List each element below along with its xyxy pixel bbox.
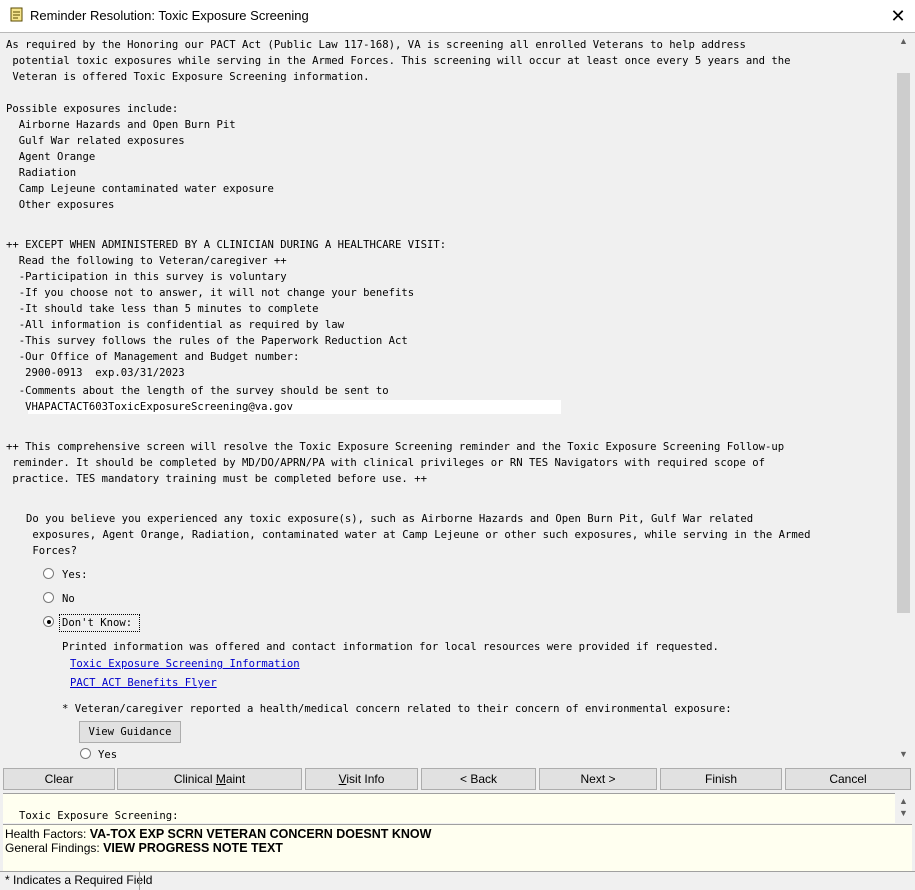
scroll-down-icon[interactable]: ▼ xyxy=(895,805,912,822)
status-bar: * Indicates a Required Field xyxy=(0,871,915,890)
clinician-notice-line: 2900-0913 exp.03/31/2023 xyxy=(6,367,185,379)
clinician-notice-line: -It should take less than 5 minutes to c… xyxy=(6,303,319,315)
notepad-reminder-icon xyxy=(10,7,23,22)
option-no-label[interactable]: No xyxy=(62,591,75,607)
scroll-up-icon[interactable]: ▲ xyxy=(895,33,912,50)
question-line: Forces? xyxy=(26,545,78,557)
exposure-item: Gulf War related exposures xyxy=(6,135,185,147)
resolve-notice-line: reminder. It should be completed by MD/D… xyxy=(6,457,765,469)
wizard-button-row: Clear Clinical Maint Visit Info < Back N… xyxy=(3,768,912,790)
exposure-item: Camp Lejeune contaminated water exposure xyxy=(6,183,274,195)
intro-line: Veteran is offered Toxic Exposure Screen… xyxy=(6,71,370,83)
concern-yes-label[interactable]: Yes xyxy=(98,747,117,763)
scrollbar-thumb[interactable] xyxy=(897,73,910,613)
question-line: Do you believe you experienced any toxic… xyxy=(26,513,754,525)
preview-text: Toxic Exposure Screening: xyxy=(19,810,179,822)
option-dont-know-radio[interactable] xyxy=(43,616,54,627)
health-factors-row: Health Factors: VA-TOX EXP SCRN VETERAN … xyxy=(5,827,431,841)
preview-scrollbar[interactable]: ▲ ▼ xyxy=(895,793,912,822)
clinical-maint-accel: M xyxy=(215,772,226,786)
option-yes-radio[interactable] xyxy=(43,568,54,579)
exposure-item: Radiation xyxy=(6,167,77,179)
clinician-notice-line: -Comments about the length of the survey… xyxy=(6,385,389,397)
content-scrollbar[interactable]: ▲ ▼ xyxy=(895,33,912,763)
radio-selected-dot xyxy=(46,619,51,624)
clinician-notice-line: Read the following to Veteran/caregiver … xyxy=(6,255,287,267)
clinician-notice-line: -Our Office of Management and Budget num… xyxy=(6,351,300,363)
back-button[interactable]: < Back xyxy=(421,768,536,790)
clear-button[interactable]: Clear xyxy=(3,768,115,790)
required-field-note: * Indicates a Required Field xyxy=(5,873,153,887)
general-findings-row: General Findings: VIEW PROGRESS NOTE TEX… xyxy=(5,841,283,855)
view-guidance-button[interactable]: View Guidance xyxy=(79,721,181,743)
exposures-heading: Possible exposures include: xyxy=(6,103,179,115)
next-button[interactable]: Next > xyxy=(539,768,657,790)
clinician-notice-line: -All information is confidential as requ… xyxy=(6,319,345,331)
exposure-item: Airborne Hazards and Open Burn Pit xyxy=(6,119,236,131)
exposure-item: Other exposures xyxy=(6,199,115,211)
clinician-notice-line: -This survey follows the rules of the Pa… xyxy=(6,335,408,347)
scroll-down-icon[interactable]: ▼ xyxy=(895,746,912,763)
intro-line: potential toxic exposures while serving … xyxy=(6,55,791,67)
pact-act-flyer-link[interactable]: PACT ACT Benefits Flyer xyxy=(70,675,217,691)
clinician-notice-line: -If you choose not to answer, it will no… xyxy=(6,287,415,299)
finish-button[interactable]: Finish xyxy=(660,768,782,790)
note-preview[interactable]: Toxic Exposure Screening: xyxy=(3,793,895,823)
intro-line: As required by the Honoring our PACT Act… xyxy=(6,39,746,51)
exposure-item: Agent Orange xyxy=(6,151,96,163)
findings-panel: Health Factors: VA-TOX EXP SCRN VETERAN … xyxy=(3,824,912,871)
clinician-notice-line: -Participation in this survey is volunta… xyxy=(6,271,287,283)
toxic-exposure-info-link[interactable]: Toxic Exposure Screening Information xyxy=(70,656,300,672)
close-icon[interactable]: ✕ xyxy=(884,4,912,28)
visit-info-button[interactable]: Visit Info xyxy=(305,768,418,790)
health-factors-value: VA-TOX EXP SCRN VETERAN CONCERN DOESNT K… xyxy=(89,827,432,841)
clinician-notice-line: ++ EXCEPT WHEN ADMINISTERED BY A CLINICI… xyxy=(6,239,447,251)
contact-email: VHAPACTACT603ToxicExposureScreening@va.g… xyxy=(6,401,294,413)
printed-info-text: Printed information was offered and cont… xyxy=(62,641,719,653)
clinical-maint-button[interactable]: Clinical Maint xyxy=(117,768,302,790)
general-findings-label: General Findings: xyxy=(5,841,100,855)
visit-info-label: isit Info xyxy=(346,772,385,786)
question-line: exposures, Agent Orange, Radiation, cont… xyxy=(26,529,811,541)
health-factors-label: Health Factors: xyxy=(5,827,87,841)
option-dont-know-label[interactable]: Don't Know: xyxy=(62,615,132,631)
option-no-radio[interactable] xyxy=(43,592,54,603)
concern-yes-radio[interactable] xyxy=(80,748,91,759)
general-findings-value: VIEW PROGRESS NOTE TEXT xyxy=(103,841,283,855)
concern-question: * Veteran/caregiver reported a health/me… xyxy=(62,703,732,715)
window-title: Reminder Resolution: Toxic Exposure Scre… xyxy=(30,8,309,23)
status-divider xyxy=(139,872,140,890)
clinical-maint-label: Clinical xyxy=(173,772,216,786)
reminder-dialog-content: As required by the Honoring our PACT Act… xyxy=(2,33,895,763)
title-bar: Reminder Resolution: Toxic Exposure Scre… xyxy=(0,0,915,32)
resolve-notice-line: practice. TES mandatory training must be… xyxy=(6,473,427,485)
option-yes-label[interactable]: Yes: xyxy=(62,567,88,583)
resolve-notice-line: ++ This comprehensive screen will resolv… xyxy=(6,441,785,453)
clinical-maint-label-end: aint xyxy=(225,772,246,786)
cancel-button[interactable]: Cancel xyxy=(785,768,911,790)
